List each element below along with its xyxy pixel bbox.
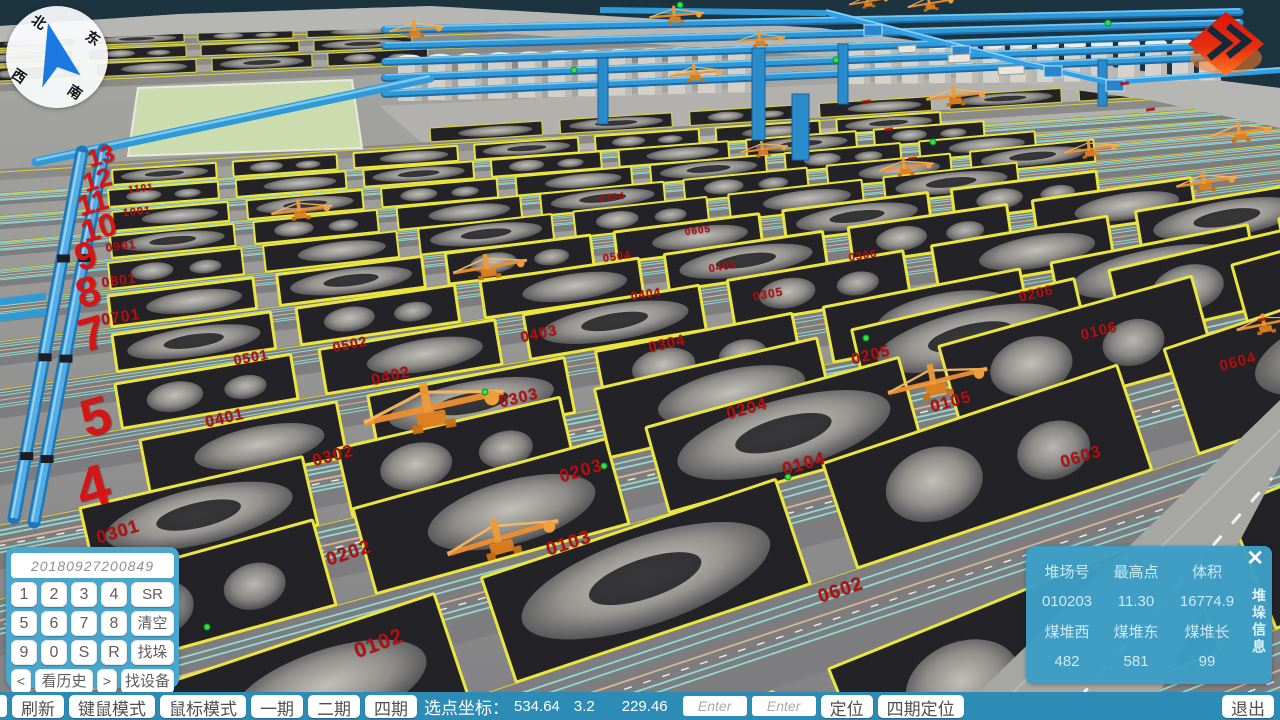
key-view-history[interactable]: 看历史	[35, 669, 93, 694]
phase2-button[interactable]: 二期	[308, 695, 360, 718]
key-1[interactable]: 1	[11, 582, 37, 607]
coord-z: 229.46	[622, 698, 668, 715]
mouse-mode-button[interactable]: 鼠标模式	[160, 695, 246, 718]
key-6[interactable]: 6	[41, 611, 67, 636]
header-pile-east: 煤堆东	[1100, 616, 1172, 646]
key-find-pile[interactable]: 找垛	[131, 640, 174, 665]
compass[interactable]: 北 东 西 南	[6, 6, 108, 108]
header-volume: 体积	[1172, 556, 1242, 586]
header-pile-west: 煤堆西	[1034, 616, 1100, 646]
coord-x: 534.64	[514, 698, 560, 715]
value-highest: 11.30	[1100, 586, 1172, 616]
pile-search-input[interactable]	[11, 553, 174, 578]
key-s[interactable]: S	[71, 640, 97, 665]
close-icon[interactable]: ✕	[1246, 548, 1264, 570]
company-logo	[1186, 10, 1266, 82]
phase1-button[interactable]: 一期	[251, 695, 303, 718]
value-pile-west: 482	[1034, 646, 1100, 676]
keypad-panel: 1234SR5678清空90SR找垛<看历史>找设备	[6, 547, 179, 688]
key-5[interactable]: 5	[11, 611, 37, 636]
value-yard-no: 010203	[1034, 586, 1100, 616]
header-highest: 最高点	[1100, 556, 1172, 586]
header-yard-no: 堆场号	[1034, 556, 1100, 586]
bottom-toolbar: 刷新 键鼠模式 鼠标模式 一期 二期 四期 选点坐标： 534.64 3.2 2…	[0, 692, 1280, 720]
locate-button[interactable]: 定位	[821, 695, 873, 718]
app-window: 1312111098754110110010901080107010704060…	[0, 0, 1280, 720]
key-clear[interactable]: 清空	[131, 611, 174, 636]
enter-input-1[interactable]	[683, 696, 747, 716]
pile-info-table: 堆场号 最高点 体积 010203 11.30 16774.9 煤堆西 煤堆东 …	[1034, 556, 1242, 676]
key-8[interactable]: 8	[101, 611, 127, 636]
compass-arrow	[28, 20, 86, 94]
panel-vertical-title: 堆垛信息	[1249, 588, 1269, 656]
enter-input-2[interactable]	[752, 696, 816, 716]
key-9[interactable]: 9	[11, 640, 37, 665]
pick-coords-label: 选点坐标：	[424, 694, 509, 719]
key-r[interactable]: R	[101, 640, 127, 665]
key-prev[interactable]: <	[11, 669, 31, 694]
key-sr[interactable]: SR	[131, 582, 174, 607]
key-0[interactable]: 0	[41, 640, 67, 665]
keypad-keys: 1234SR5678清空90SR找垛<看历史>找设备	[11, 582, 174, 694]
coord-y: 3.2	[574, 698, 595, 715]
key-mouse-mode-button[interactable]: 键鼠模式	[69, 695, 155, 718]
key-7[interactable]: 7	[71, 611, 97, 636]
refresh-button[interactable]: 刷新	[12, 695, 64, 718]
key-next[interactable]: >	[97, 669, 117, 694]
value-volume: 16774.9	[1172, 586, 1242, 616]
value-pile-east: 581	[1100, 646, 1172, 676]
phase4-locate-button[interactable]: 四期定位	[878, 695, 964, 718]
header-pile-len: 煤堆长	[1172, 616, 1242, 646]
key-3[interactable]: 3	[71, 582, 97, 607]
value-pile-len: 99	[1172, 646, 1242, 676]
key-2[interactable]: 2	[41, 582, 67, 607]
pile-info-panel: ✕ 堆场号 最高点 体积 010203 11.30 16774.9 煤堆西 煤堆…	[1026, 546, 1272, 684]
collapsed-edge-button[interactable]	[0, 695, 7, 717]
key-4[interactable]: 4	[101, 582, 127, 607]
phase4-button[interactable]: 四期	[365, 695, 417, 718]
key-find-device[interactable]: 找设备	[121, 669, 174, 694]
exit-button[interactable]: 退出	[1222, 695, 1274, 718]
